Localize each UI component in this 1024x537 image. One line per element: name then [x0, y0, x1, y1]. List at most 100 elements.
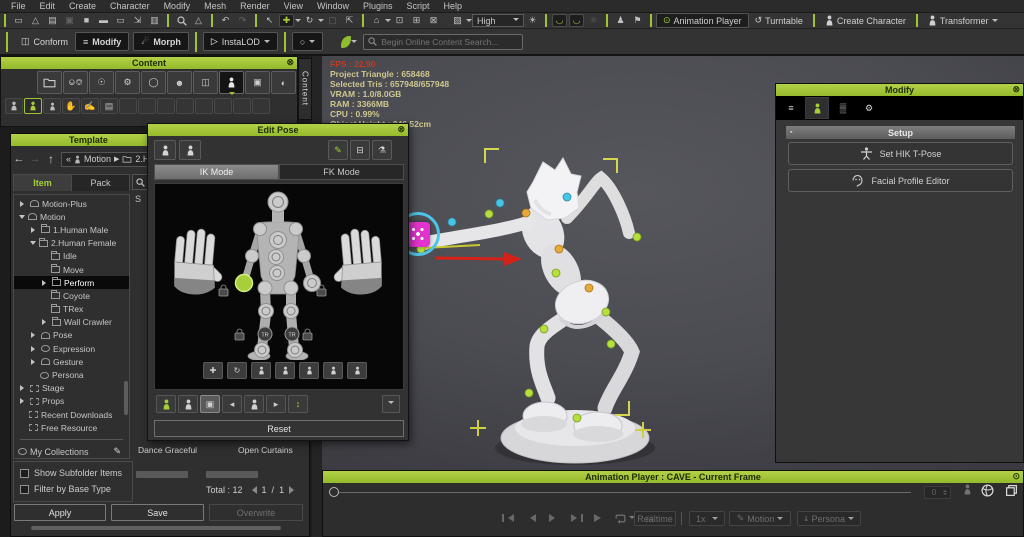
select-upper-body-icon[interactable]: [251, 362, 271, 379]
page-prev-icon[interactable]: [248, 486, 257, 494]
right-hand-selector[interactable]: [328, 227, 384, 297]
move-joint-icon[interactable]: ✚: [203, 362, 223, 379]
tab-settings-icon[interactable]: ⚙: [857, 97, 881, 119]
tr-badges[interactable]: TR TR: [258, 327, 299, 341]
save-button[interactable]: Save: [111, 504, 204, 521]
select-lower-body-icon[interactable]: [275, 362, 295, 379]
tree-expand-arrow[interactable]: [31, 346, 38, 352]
menu-item[interactable]: File: [4, 1, 33, 11]
turntable-ball-icon[interactable]: [981, 484, 994, 499]
zoom-extend-icon[interactable]: ⊞: [409, 14, 424, 27]
tree-expand-arrow[interactable]: [30, 241, 36, 248]
category-report-icon[interactable]: ◐: [271, 71, 296, 94]
spinner-arrows[interactable]: [943, 487, 947, 498]
pose-options-dropdown[interactable]: [382, 395, 400, 413]
menu-item[interactable]: Character: [103, 1, 157, 11]
right-elbow-joint[interactable]: [246, 250, 259, 263]
next-frame-icon[interactable]: [568, 511, 585, 525]
menu-item[interactable]: Plugins: [356, 1, 400, 11]
template-tree[interactable]: Motion-Plus Motion 1.Human Male: [13, 194, 130, 459]
turn-left-icon[interactable]: ◂: [222, 395, 242, 413]
move-tool-caret[interactable]: [295, 19, 301, 25]
conform-button[interactable]: ◫ Conform: [14, 32, 75, 51]
gizmo-person-icon[interactable]: [156, 395, 176, 413]
tree-expand-arrow[interactable]: [31, 227, 38, 233]
nav-forward-icon[interactable]: →: [27, 153, 43, 165]
tree-item[interactable]: Coyote: [14, 289, 129, 302]
head-joint[interactable]: [268, 192, 288, 212]
tree-item[interactable]: Motion-Plus: [14, 197, 129, 210]
instalod-button[interactable]: ▷ InstaLOD: [203, 32, 278, 51]
render-image-icon[interactable]: ▥: [147, 14, 162, 27]
select-tool-icon[interactable]: ↖: [262, 14, 277, 27]
focus-object-icon[interactable]: ⊡: [392, 14, 407, 27]
plant-icon[interactable]: [341, 36, 351, 48]
edit-pose-close-icon[interactable]: ⊗: [397, 125, 405, 134]
import-icon[interactable]: ▣: [62, 14, 77, 27]
select-left-side-icon[interactable]: [299, 362, 319, 379]
preview-image-icon[interactable]: ▣: [200, 395, 220, 413]
tree-item[interactable]: 1.Human Male: [14, 223, 129, 236]
breadcrumb-collapse[interactable]: «: [66, 154, 71, 164]
category-head-icon[interactable]: ☻: [167, 71, 192, 94]
my-collections-item[interactable]: My Collections ✎: [14, 445, 129, 458]
create-character-button[interactable]: Create Character: [819, 13, 912, 28]
subfilter-script-icon[interactable]: ▤: [100, 98, 118, 114]
menu-item[interactable]: Window: [310, 1, 356, 11]
category-material-icon[interactable]: ☉: [89, 71, 114, 94]
menu-item[interactable]: Script: [400, 1, 437, 11]
page-next-icon[interactable]: [289, 486, 298, 494]
skin-tool-button[interactable]: ○: [292, 32, 323, 51]
camera-list-icon[interactable]: ▧: [450, 14, 465, 27]
walk-mode-icon[interactable]: [963, 484, 972, 497]
redo-icon[interactable]: ↷: [235, 14, 250, 27]
spine-joint[interactable]: [269, 250, 284, 265]
overwrite-button[interactable]: Overwrite: [209, 504, 303, 521]
online-search-box[interactable]: [363, 34, 523, 50]
frame-input[interactable]: [925, 487, 943, 498]
tree-item[interactable]: Persona: [14, 368, 129, 381]
frame-all-icon[interactable]: ⊠: [426, 14, 441, 27]
chest-joint[interactable]: [270, 232, 287, 249]
edit-pivot-icon[interactable]: ✎: [328, 140, 348, 160]
tree-item[interactable]: Expression: [14, 342, 129, 355]
export-obj-icon[interactable]: ▬: [96, 14, 111, 27]
flip-pose-icon[interactable]: [179, 140, 201, 160]
frame-spinner[interactable]: [924, 486, 951, 499]
template-item-caption[interactable]: Dance Graceful: [138, 445, 214, 455]
morph-button[interactable]: ☄ Morph: [133, 32, 189, 51]
tab-fk-mode[interactable]: FK Mode: [279, 164, 404, 180]
loop-button[interactable]: [614, 513, 635, 524]
left-hand-selector[interactable]: [172, 227, 228, 297]
content-panel-header[interactable]: Content ⊗: [1, 57, 297, 69]
left-knee-joint[interactable]: [284, 304, 299, 319]
zoom-search-icon[interactable]: [174, 14, 189, 27]
camera-person-icon[interactable]: ♟: [613, 14, 628, 27]
translate-axis-arrow[interactable]: [422, 240, 534, 268]
preview-light-b-icon[interactable]: ◡: [569, 14, 584, 27]
gizmo-space-icon[interactable]: △: [191, 14, 206, 27]
subfilter-hand-icon[interactable]: ✍: [81, 98, 99, 114]
online-search-input[interactable]: [381, 37, 511, 47]
new-project-icon[interactable]: ▭: [11, 14, 26, 27]
nav-back-icon[interactable]: ←: [11, 153, 27, 165]
setup-section-header[interactable]: ▪ Setup: [786, 126, 1015, 139]
mannequin-diagram[interactable]: TR TR: [155, 184, 401, 360]
subfilter-avatar-icon[interactable]: [5, 98, 23, 114]
ik-effector-gizmo[interactable]: [407, 222, 430, 247]
nav-up-icon[interactable]: ↑: [43, 152, 59, 166]
tree-expand-arrow[interactable]: [19, 215, 25, 222]
tree-item[interactable]: Pose: [14, 329, 129, 342]
edit-collections-icon[interactable]: ✎: [113, 446, 121, 457]
layers-icon[interactable]: [1005, 484, 1018, 499]
tree-expand-arrow[interactable]: [20, 398, 27, 404]
menu-item[interactable]: Render: [233, 1, 277, 11]
tree-item[interactable]: Wall Crawler: [14, 316, 129, 329]
left-ankle-joint[interactable]: [288, 343, 303, 358]
tree-expand-arrow[interactable]: [20, 201, 27, 207]
animation-player-button[interactable]: ⊙ Animation Player: [656, 13, 749, 28]
tree-item[interactable]: 2.Human Female: [14, 237, 129, 250]
tab-ik-mode[interactable]: IK Mode: [154, 164, 279, 180]
transformer-button[interactable]: Transformer: [922, 13, 1004, 28]
tree-expand-arrow[interactable]: [31, 332, 38, 338]
